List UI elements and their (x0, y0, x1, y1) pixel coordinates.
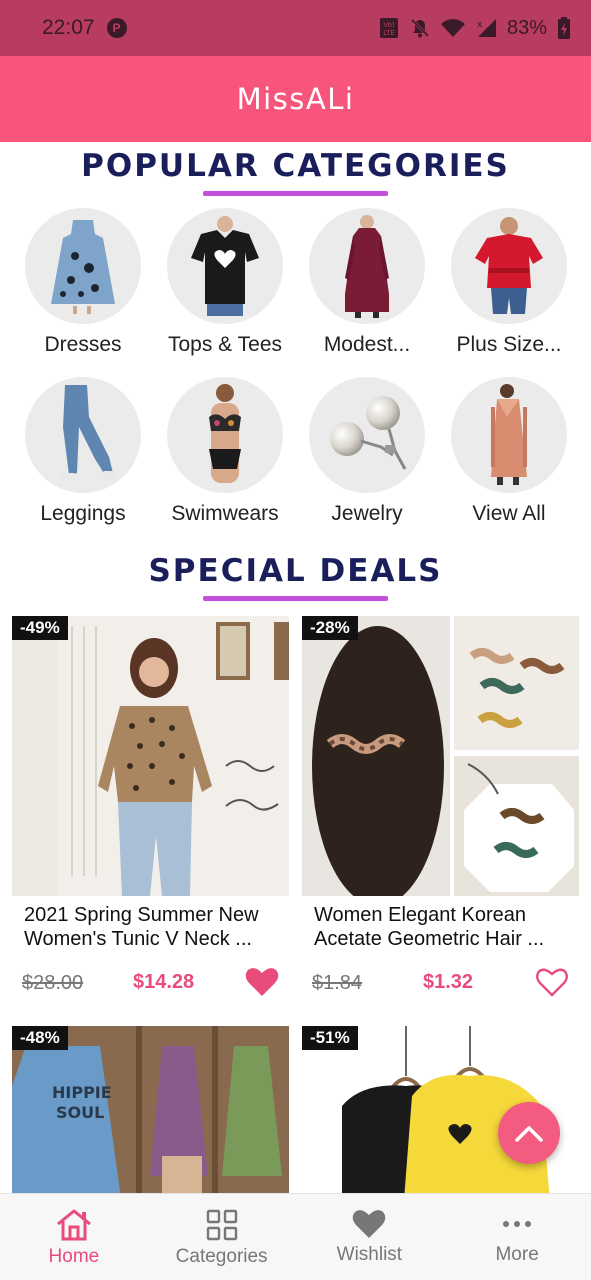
category-tops-tees[interactable]: Tops & Tees (154, 208, 296, 357)
category-image-modest (309, 208, 425, 324)
category-dresses[interactable]: Dresses (12, 208, 154, 357)
nav-label: Home (48, 1246, 100, 1267)
bottom-navigation: Home Categories Wishlist More (0, 1193, 591, 1280)
product-image (12, 616, 289, 896)
category-label: Jewelry (331, 502, 403, 525)
category-image-swimwears (167, 377, 283, 493)
svg-text:Vo): Vo) (383, 21, 395, 29)
original-price: $28.00 (22, 972, 84, 994)
mute-bell-icon (410, 18, 430, 38)
app-title: MissALi (236, 82, 355, 116)
volte-icon: Vo)LTE (379, 18, 398, 38)
product-image: HIPPIE SOUL (12, 1026, 289, 1196)
nav-label: More (495, 1244, 539, 1265)
product-title: 2021 Spring Summer New Women's Tunic V N… (24, 904, 259, 950)
nav-categories[interactable]: Categories (148, 1194, 296, 1280)
battery-icon (558, 17, 570, 39)
svg-text:HIPPIE: HIPPIE (52, 1083, 112, 1102)
status-bar: 22:07 P Vo) LTE x 83% (0, 0, 591, 56)
nav-wishlist[interactable]: Wishlist (296, 1194, 444, 1280)
discount-badge: -48% (12, 1026, 68, 1050)
grid-icon (206, 1209, 237, 1241)
nav-home[interactable]: Home (0, 1194, 148, 1280)
status-time: 22:07 (42, 16, 95, 39)
chevron-up-icon (515, 1126, 543, 1142)
heart-filled-icon[interactable] (245, 966, 279, 998)
category-label: View All (472, 502, 546, 525)
home-icon (56, 1209, 91, 1241)
discount-badge: -49% (12, 616, 68, 640)
category-label: Leggings (40, 502, 126, 525)
app-notification-icon: P (106, 18, 127, 38)
special-deals-title: SPECIAL DEALS (148, 553, 443, 589)
signal-icon: x (477, 19, 496, 37)
product-title: Women Elegant Korean Acetate Geometric H… (314, 904, 545, 950)
category-image-dresses (25, 208, 141, 324)
category-image-jewelry (309, 377, 425, 493)
wifi-icon (440, 19, 465, 37)
category-label: Tops & Tees (167, 333, 282, 356)
sale-price: $1.32 (423, 971, 474, 993)
category-label: Plus Size... (456, 333, 562, 356)
category-image-view-all (451, 377, 567, 493)
scroll-to-top-button[interactable] (498, 1102, 560, 1164)
special-deals-underline (203, 596, 388, 601)
category-swimwears[interactable]: Swimwears (154, 377, 296, 526)
category-image-leggings (25, 377, 141, 493)
category-image-plus-size (451, 208, 567, 324)
category-plus-size[interactable]: Plus Size... (438, 208, 580, 357)
category-view-all[interactable]: View All (438, 377, 580, 526)
category-jewelry[interactable]: Jewelry (296, 377, 438, 526)
heart-outline-icon[interactable] (535, 966, 569, 998)
category-image-tops-tees (167, 208, 283, 324)
deal-card[interactable]: -49% 2021 Spring Summer New Women's Tuni… (12, 616, 289, 1012)
category-grid: Dresses Tops & Tees Modest... Plus Size.… (12, 208, 580, 526)
category-label: Dresses (44, 333, 122, 356)
nav-more[interactable]: More (443, 1194, 591, 1280)
svg-text:x: x (477, 20, 483, 30)
category-label: Modest... (323, 333, 411, 356)
original-price: $1.84 (312, 972, 363, 994)
category-leggings[interactable]: Leggings (12, 377, 154, 526)
discount-badge: -28% (302, 616, 358, 640)
discount-badge: -51% (302, 1026, 358, 1050)
more-dots-icon (503, 1221, 532, 1227)
category-modest[interactable]: Modest... (296, 208, 438, 357)
sale-price: $14.28 (133, 971, 195, 993)
heart-icon (353, 1210, 386, 1238)
battery-percent: 83% (506, 16, 547, 39)
popular-categories-underline (203, 191, 388, 196)
nav-label: Wishlist (336, 1244, 403, 1265)
status-icons: Vo) LTE x 83% (379, 17, 571, 40)
deals-grid: -49% 2021 Spring Summer New Women's Tuni… (12, 616, 579, 1196)
app-bar: MissALi (0, 56, 591, 142)
svg-text:SOUL: SOUL (56, 1103, 104, 1122)
svg-text:LTE: LTE (383, 29, 395, 37)
deal-card[interactable]: -28% Women Elegant Korean Acetate Geomet… (302, 616, 579, 1012)
category-label: Swimwears (171, 502, 279, 525)
product-image (302, 616, 579, 896)
deal-card[interactable]: HIPPIE SOUL -48% (12, 1026, 289, 1196)
popular-categories-title: POPULAR CATEGORIES (81, 148, 510, 184)
nav-label: Categories (175, 1246, 268, 1267)
